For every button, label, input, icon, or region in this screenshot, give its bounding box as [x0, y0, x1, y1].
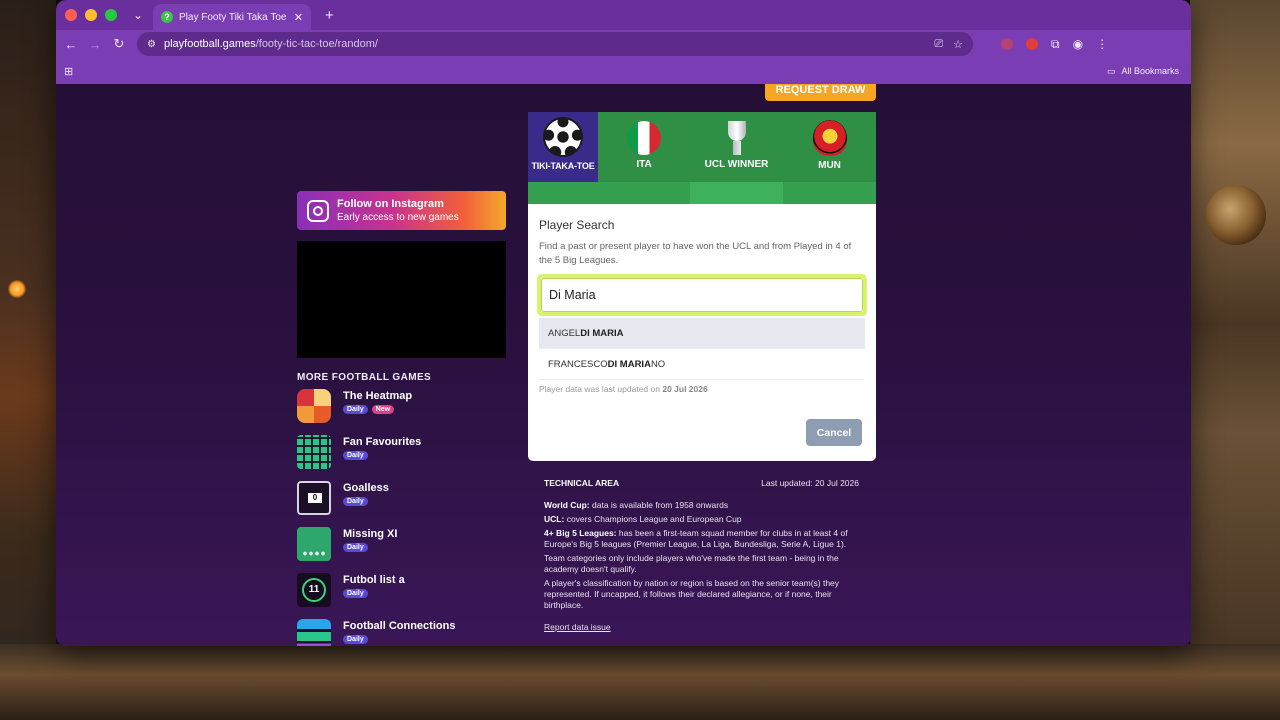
instagram-title: Follow on Instagram	[337, 197, 444, 210]
site-favicon-icon: ?	[161, 11, 173, 23]
eleven-icon: 11	[297, 573, 331, 607]
game-item-fan-favourites[interactable]: Fan Favourites Daily	[297, 435, 517, 481]
tiki-taka-toe-logo: TIKI-TAKA-TOE	[528, 112, 598, 182]
nation-classification-note: A player's classification by nation or r…	[544, 578, 840, 610]
install-app-icon[interactable]: ⎚	[934, 38, 943, 51]
tab-title: Play Footy Tiki Taka Toe onli	[179, 11, 288, 23]
world-cup-note: World Cup: data is available from 1958 o…	[544, 500, 729, 510]
modal-title: Player Search	[539, 218, 615, 232]
data-updated-note: Player data was last updated on 20 Jul 2…	[539, 384, 708, 394]
desktop-background-right	[1190, 0, 1280, 720]
desktop-light	[8, 280, 26, 298]
column-header-mun: MUN	[783, 112, 876, 182]
record-extension-icon[interactable]	[1001, 38, 1013, 50]
heatmap-icon	[297, 389, 331, 423]
url-text: playfootball.games/footy-tic-tac-toe/ran…	[163, 38, 378, 50]
red-extension-icon[interactable]	[1026, 38, 1038, 50]
board-row	[528, 182, 876, 204]
daily-badge: Daily	[343, 543, 368, 552]
technical-area-title: TECHNICAL AREA	[544, 478, 620, 488]
goal-icon: 0	[297, 481, 331, 515]
game-item-futbol-list[interactable]: 11 Futbol list a Daily	[297, 573, 517, 619]
report-data-issue-link[interactable]: Report data issue	[544, 622, 611, 633]
cancel-button[interactable]: Cancel	[806, 419, 862, 446]
apps-grid-icon[interactable]: ⊞	[64, 65, 73, 78]
suggestions-list: ANGEL DI MARIA FRANCESCO DI MARIA NO	[539, 318, 865, 380]
reload-icon[interactable]: ↻	[107, 36, 131, 52]
more-games-list: The Heatmap Daily New Fan Favourites Dai…	[297, 389, 517, 646]
tab-search-chevron-icon[interactable]: ⌄	[131, 8, 145, 22]
all-bookmarks-button[interactable]: ▭ All Bookmarks	[1107, 66, 1179, 77]
daily-badge: Daily	[343, 497, 368, 506]
daily-badge: Daily	[343, 405, 368, 414]
bookmarks-bar: ⊞ ▭ All Bookmarks	[56, 58, 1191, 84]
profile-avatar-icon[interactable]: ◉	[1073, 37, 1083, 51]
more-games-heading: MORE FOOTBALL GAMES	[297, 372, 432, 383]
instagram-icon	[307, 199, 329, 222]
browser-window: ⌄ ? Play Footy Tiki Taka Toe onli ✕ + ← …	[56, 0, 1191, 646]
manchester-united-crest-icon	[812, 119, 847, 156]
forward-arrow-icon[interactable]: →	[83, 37, 107, 52]
ucl-note: UCL: covers Champions League and Europea…	[544, 514, 742, 524]
back-arrow-icon[interactable]: ←	[59, 37, 83, 52]
game-item-missing-xi[interactable]: Missing XI Daily	[297, 527, 517, 573]
new-tab-plus-icon[interactable]: +	[325, 7, 334, 24]
browser-toolbar: ← → ↻ ⚙ playfootball.games/footy-tic-tac…	[56, 30, 1191, 58]
fan-favourites-icon	[297, 435, 331, 469]
connections-icon	[297, 619, 331, 646]
tab-strip: ⌄ ? Play Footy Tiki Taka Toe onli ✕ +	[56, 0, 1191, 30]
desktop-background-left	[0, 0, 56, 720]
browser-tab[interactable]: ? Play Footy Tiki Taka Toe onli ✕	[153, 4, 311, 30]
trophy-icon	[727, 120, 747, 155]
folder-icon: ▭	[1106, 65, 1116, 76]
game-board: TIKI-TAKA-TOE ITA UCL WINNER MUN	[528, 112, 876, 204]
column-header-ita: ITA	[598, 112, 690, 182]
extensions-puzzle-icon[interactable]: ⧉	[1051, 37, 1060, 52]
game-item-goalless[interactable]: 0 Goalless Daily	[297, 481, 517, 527]
window-controls	[65, 9, 117, 21]
address-bar-actions: ⎚ ☆	[934, 38, 963, 51]
technical-last-updated: Last updated: 20 Jul 2026	[761, 478, 859, 488]
player-search-input[interactable]	[541, 278, 863, 312]
request-draw-button[interactable]: REQUEST DRAW	[765, 84, 876, 101]
modal-description: Find a past or present player to have wo…	[539, 241, 852, 266]
site-info-icon[interactable]: ⚙	[147, 39, 156, 50]
technical-area: TECHNICAL AREA Last updated: 20 Jul 2026…	[544, 478, 859, 633]
ad-video-placeholder	[297, 241, 506, 358]
page-content: Follow on Instagram Early access to new …	[56, 84, 1191, 646]
instagram-subtitle: Early access to new games	[337, 211, 459, 223]
close-window-button[interactable]	[65, 9, 77, 21]
game-item-heatmap[interactable]: The Heatmap Daily New	[297, 389, 517, 435]
maximize-window-button[interactable]	[105, 9, 117, 21]
desktop-character-eye	[1206, 185, 1266, 245]
football-icon	[543, 117, 583, 157]
new-badge: New	[371, 405, 395, 414]
game-item-football-connections[interactable]: Football Connections Daily	[297, 619, 517, 646]
address-bar[interactable]: ⚙ playfootball.games/footy-tic-tac-toe/r…	[137, 32, 973, 56]
daily-badge: Daily	[343, 635, 368, 644]
suggestion-item[interactable]: ANGEL DI MARIA	[539, 318, 865, 349]
minimize-window-button[interactable]	[85, 9, 97, 21]
column-header-ucl: UCL WINNER	[690, 112, 783, 182]
italy-flag-icon	[627, 120, 661, 155]
desktop-background-bottom	[0, 644, 1280, 720]
instagram-follow-banner[interactable]: Follow on Instagram Early access to new …	[297, 191, 506, 230]
player-search-modal: Player Search Find a past or present pla…	[528, 204, 876, 461]
daily-badge: Daily	[343, 451, 368, 460]
extensions-area: ⧉ ◉ ⋮	[1001, 37, 1108, 52]
tab-close-icon[interactable]: ✕	[294, 11, 303, 24]
bookmark-star-icon[interactable]: ☆	[953, 38, 963, 51]
search-field-wrapper	[537, 274, 867, 316]
suggestion-item[interactable]: FRANCESCO DI MARIA NO	[539, 349, 865, 380]
browser-menu-icon[interactable]: ⋮	[1096, 37, 1108, 51]
team-categories-note: Team categories only include players who…	[544, 553, 839, 574]
pitch-icon	[297, 527, 331, 561]
big5-note: 4+ Big 5 Leagues: has been a first-team …	[544, 528, 848, 549]
daily-badge: Daily	[343, 589, 368, 598]
